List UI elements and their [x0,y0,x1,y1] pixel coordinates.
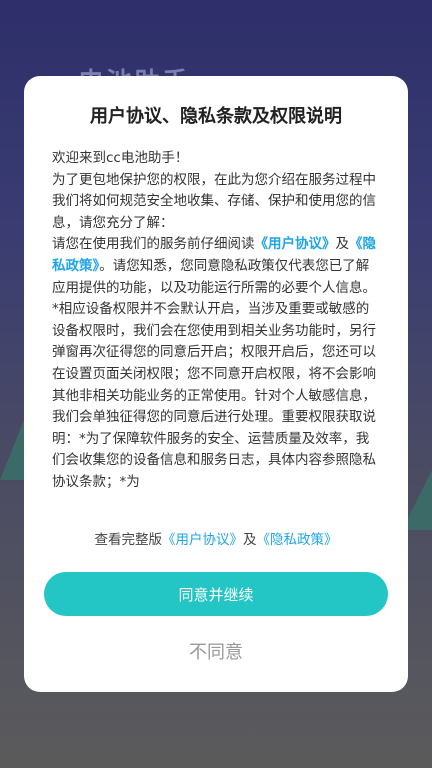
agreement-paragraph: 请您在使用我们的服务前仔细阅读《用户协议》及《隐私政策》。请您知悉，您同意隐私政… [52,234,378,299]
intro-paragraph: 为了更包地保护您的权限，在此为您介绍在服务过程中我们将如何规范安全地收集、存储、… [52,171,376,231]
full-version-links: 查看完整版《用户协议》及《隐私政策》 [24,528,408,548]
agreement-suffix: 。请您知悉，您同意隐私政策仅代表您已了解应用提供的功能，以及功能运行所需的必要个… [52,257,376,296]
user-agreement-link[interactable]: 《用户协议》 [255,236,336,252]
agree-and-continue-button[interactable]: 同意并继续 [44,572,388,616]
footer-and: 及 [243,532,257,548]
dialog-title: 用户协议、隐私条款及权限说明 [90,106,342,127]
disagree-button[interactable]: 不同意 [24,638,408,664]
privacy-dialog: 用户协议、隐私条款及权限说明 欢迎来到cc电池助手！ 为了更包地保护您的权限，在… [24,76,408,692]
agreement-and: 及 [335,236,350,253]
footer-privacy-policy-link[interactable]: 《隐私政策》 [257,532,338,548]
agreement-prefix: 请您在使用我们的服务前仔细阅读 [52,236,255,253]
dialog-body-scroll[interactable]: 欢迎来到cc电池助手！ 为了更包地保护您的权限，在此为您介绍在服务过程中我们将如… [52,148,378,582]
footer-user-agreement-link[interactable]: 《用户协议》 [162,532,243,548]
permission-paragraph: *相应设备权限并不会默认开启，当涉及重要或敏感的设备权限时，我们会在您使用到相关… [52,301,376,490]
footer-prefix: 查看完整版 [94,532,163,548]
welcome-text: 欢迎来到cc电池助手！ [52,150,189,166]
